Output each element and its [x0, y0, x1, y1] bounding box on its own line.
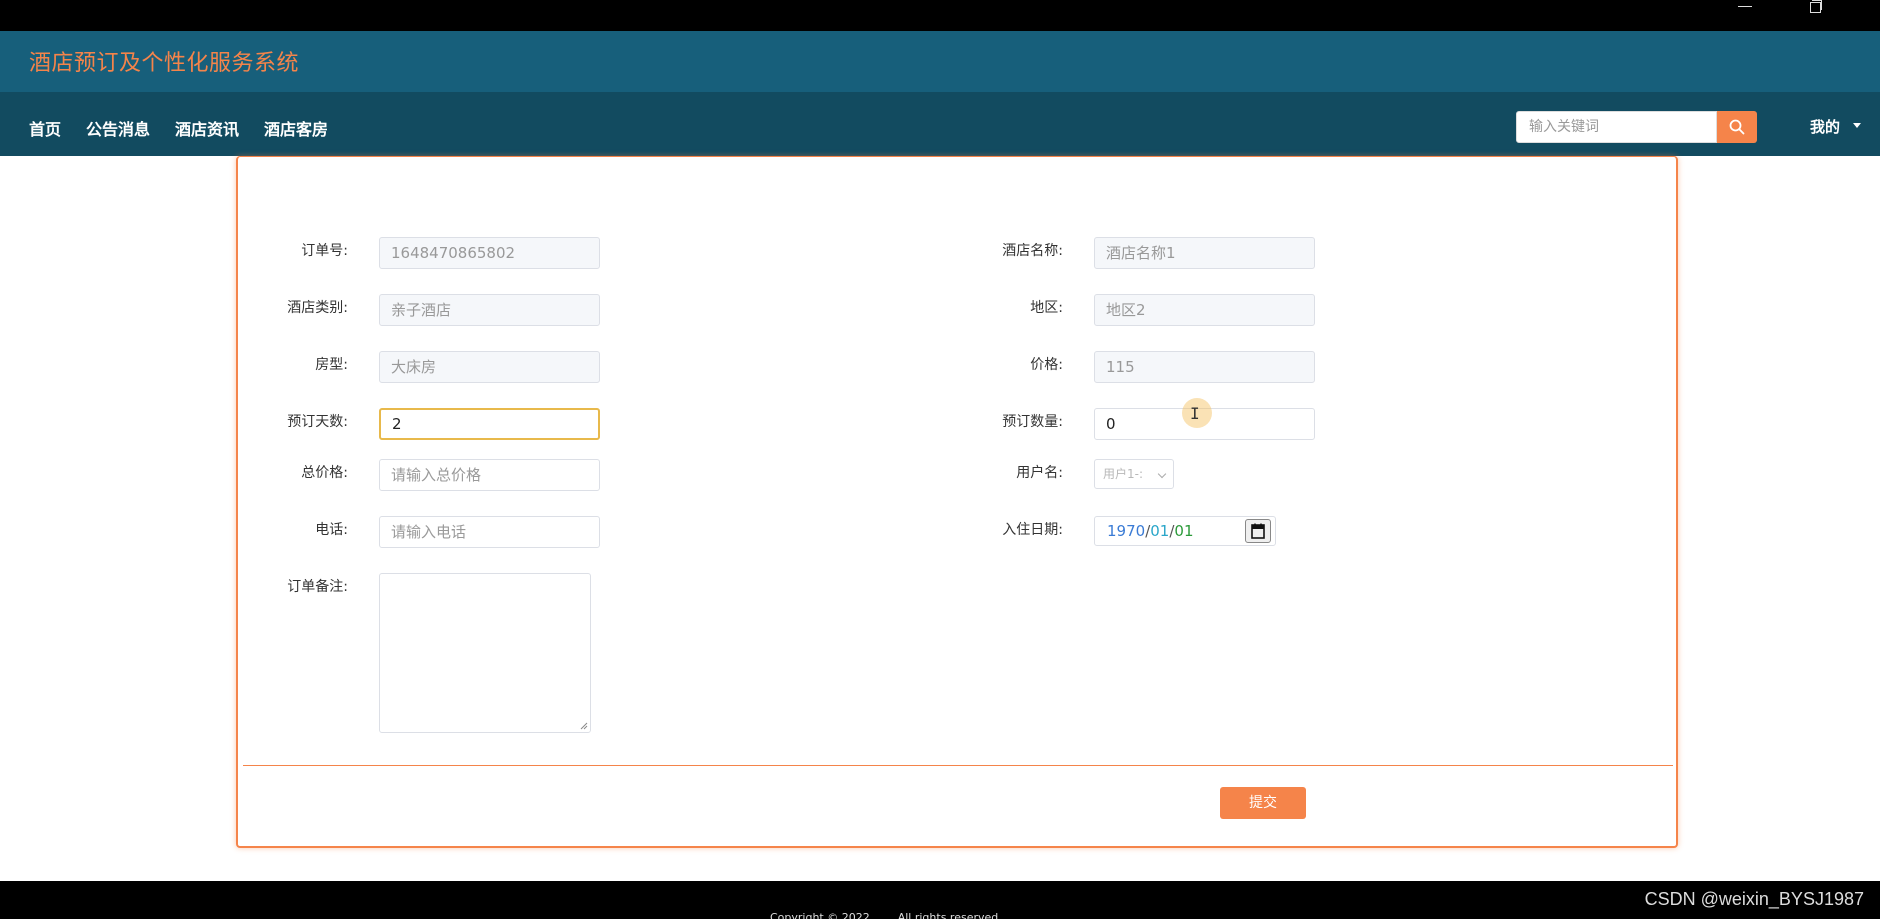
- username-select-value: 用户1-:: [1103, 467, 1144, 481]
- booking-qty-label: 预订数量:: [1002, 414, 1063, 430]
- price-field: 115: [1094, 351, 1315, 383]
- footer-copyright: Copyright © 2022 ...... All rights reser…: [770, 911, 1002, 919]
- room-type-label: 房型:: [315, 357, 348, 373]
- booking-days-label: 预订天数:: [287, 414, 348, 430]
- close-icon[interactable]: [1872, 0, 1880, 14]
- date-day: 01: [1174, 522, 1194, 540]
- nav-item-home[interactable]: 首页: [29, 116, 61, 140]
- region-label: 地区:: [1030, 300, 1063, 316]
- search-button[interactable]: [1717, 111, 1757, 143]
- remarks-textarea[interactable]: [379, 573, 591, 733]
- chevron-down-icon[interactable]: [1853, 123, 1861, 128]
- hotel-name-field: 酒店名称1: [1094, 237, 1315, 269]
- total-price-input[interactable]: 请输入总价格: [379, 459, 600, 491]
- checkin-date-label: 入住日期:: [1002, 522, 1063, 538]
- phone-label: 电话:: [315, 522, 348, 538]
- search-input[interactable]: 输入关键词: [1516, 111, 1717, 143]
- checkin-date-input[interactable]: 1970/01/01: [1094, 516, 1276, 546]
- room-type-field: 大床房: [379, 351, 600, 383]
- resize-grip-icon[interactable]: [580, 722, 588, 730]
- date-year: 1970: [1107, 522, 1146, 540]
- phone-input[interactable]: 请输入电话: [379, 516, 600, 548]
- my-account-menu[interactable]: 我的: [1810, 116, 1840, 137]
- csdn-watermark: CSDN @weixin_BYSJ1987: [1644, 889, 1864, 909]
- hotel-name-label: 酒店名称:: [1002, 243, 1063, 259]
- minimize-icon[interactable]: [1738, 0, 1754, 14]
- site-title: 酒店预订及个性化服务系统: [29, 51, 300, 76]
- order-form-card: 订单号: 1648470865802 酒店类别: 亲子酒店 房型: 大床房 预订…: [236, 156, 1678, 848]
- total-price-label: 总价格:: [301, 465, 348, 481]
- submit-button[interactable]: 提交: [1220, 787, 1306, 819]
- text-cursor-icon: I: [1190, 404, 1200, 423]
- site-header: 酒店预订及个性化服务系统: [0, 31, 1880, 92]
- chevron-down-icon: [1157, 469, 1167, 479]
- remarks-label: 订单备注:: [287, 579, 348, 595]
- nav-item-rooms[interactable]: 酒店客房: [264, 116, 328, 140]
- username-label: 用户名:: [1016, 465, 1063, 481]
- username-select[interactable]: 用户1-:: [1094, 459, 1174, 489]
- page-footer: Copyright © 2022 ...... All rights reser…: [0, 881, 1880, 919]
- hotel-category-label: 酒店类别:: [287, 300, 348, 316]
- booking-days-input[interactable]: 2: [379, 408, 600, 440]
- hotel-category-field: 亲子酒店: [379, 294, 600, 326]
- form-divider: [243, 765, 1673, 766]
- restore-icon[interactable]: [1808, 0, 1822, 14]
- calendar-icon: [1251, 523, 1265, 539]
- calendar-picker-button[interactable]: [1245, 519, 1271, 543]
- date-month: 01: [1150, 522, 1170, 540]
- region-field: 地区2: [1094, 294, 1315, 326]
- main-nav: 首页 公告消息 酒店资讯 酒店客房 输入关键词 我的: [0, 92, 1880, 156]
- nav-item-hotel-news[interactable]: 酒店资讯: [175, 116, 239, 140]
- order-no-field: 1648470865802: [379, 237, 600, 269]
- nav-item-notices[interactable]: 公告消息: [86, 116, 150, 140]
- order-no-label: 订单号:: [301, 243, 348, 259]
- price-label: 价格:: [1030, 357, 1063, 373]
- search-icon: [1729, 119, 1745, 135]
- window-titlebar: [0, 0, 1880, 31]
